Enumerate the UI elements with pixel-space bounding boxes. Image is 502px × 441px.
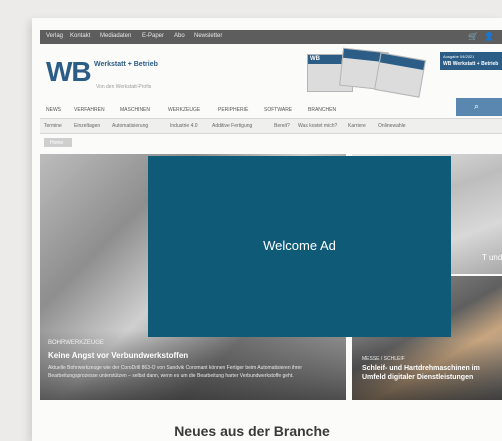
top-utility-bar: Verlag Kontakt Mediadaten E-Paper Abo Ne… xyxy=(40,30,502,44)
search-button[interactable]: ⌕ xyxy=(456,98,502,116)
nav-item-maschinen[interactable]: MASCHINEN xyxy=(120,107,150,113)
magazine-cover-ad[interactable]: WB xyxy=(307,47,429,98)
logo-name: Werkstatt + Betrieb xyxy=(94,61,158,68)
search-icon: ⌕ xyxy=(474,101,480,111)
topbar-link-epaper[interactable]: E-Paper xyxy=(142,33,164,39)
subnav-item[interactable]: Onlinewahle xyxy=(378,123,406,129)
logo-tagline: Von den Werkstatt-Profis xyxy=(96,84,152,90)
subnav-item[interactable]: Bereit? xyxy=(274,123,290,129)
sub-navigation: Termine Einzeltagen Automatisierung Indu… xyxy=(40,118,502,134)
logo-letters: WB xyxy=(46,56,92,87)
magazine-logo: WB xyxy=(310,56,320,62)
user-icon[interactable]: 👤 xyxy=(484,32,494,41)
nav-item-news[interactable]: NEWS xyxy=(46,107,61,113)
header-ad-box[interactable]: Ausgabe 04/2021 WB Werkstatt + Betrieb xyxy=(440,52,502,70)
subnav-item[interactable]: Einzeltagen xyxy=(74,123,100,129)
topbar-link-abo[interactable]: Abo xyxy=(174,33,185,39)
subnav-item[interactable]: Termine xyxy=(44,123,62,129)
cart-icon[interactable]: 🛒 xyxy=(468,32,478,41)
side-teaser-kicker: MESSE / SCHLEIF xyxy=(362,356,405,362)
breadcrumb-home: Home xyxy=(50,140,64,146)
hero-headline[interactable]: Keine Angst vor Verbundwerkstoffen xyxy=(48,351,188,360)
main-navigation: NEWS VERFAHREN MASCHINEN WERKZEUGE PERIP… xyxy=(40,102,502,118)
hero-kicker: BOHRWERKZEUGE xyxy=(48,340,104,346)
hero-teaser: Aktuelle Bohrwerkzeuge wie der CoroDrill… xyxy=(48,365,303,379)
welcome-ad-label: Welcome Ad xyxy=(263,238,336,253)
side-teaser-top-text: T und neues xyxy=(482,253,502,262)
magazine-cover xyxy=(374,52,426,98)
nav-item-werkzeuge[interactable]: WERKZEUGE xyxy=(168,107,200,113)
topbar-link-mediadaten[interactable]: Mediadaten xyxy=(100,33,131,39)
topbar-link-newsletter[interactable]: Newsletter xyxy=(194,33,222,39)
topbar-link-kontakt[interactable]: Kontakt xyxy=(70,33,90,39)
header-ad-issue: Ausgabe 04/2021 xyxy=(443,54,475,59)
nav-item-branchen[interactable]: BRANCHEN xyxy=(308,107,336,113)
subnav-item[interactable]: Industrie 4.0 xyxy=(170,123,198,129)
topbar-link-verlag[interactable]: Verlag xyxy=(46,33,63,39)
side-teaser-headline[interactable]: Schleif- und Hartdrehmaschinen im Umfeld… xyxy=(362,364,500,382)
nav-item-software[interactable]: SOFTWARE xyxy=(264,107,292,113)
header-ad-title: WB Werkstatt + Betrieb xyxy=(443,61,499,67)
browser-page: Verlag Kontakt Mediadaten E-Paper Abo Ne… xyxy=(32,18,502,441)
subnav-item[interactable]: Was kostet mich? xyxy=(298,123,337,129)
subnav-item[interactable]: Automatisierung xyxy=(112,123,148,129)
breadcrumb[interactable]: Home xyxy=(44,138,72,147)
nav-item-peripherie[interactable]: PERIPHERIE xyxy=(218,107,248,113)
subnav-item[interactable]: Karriere xyxy=(348,123,366,129)
section-heading: Neues aus der Branche xyxy=(174,423,330,439)
nav-item-verfahren[interactable]: VERFAHREN xyxy=(74,107,105,113)
welcome-ad-overlay[interactable]: Welcome Ad xyxy=(148,156,451,337)
subnav-item[interactable]: Additive Fertigung xyxy=(212,123,252,129)
